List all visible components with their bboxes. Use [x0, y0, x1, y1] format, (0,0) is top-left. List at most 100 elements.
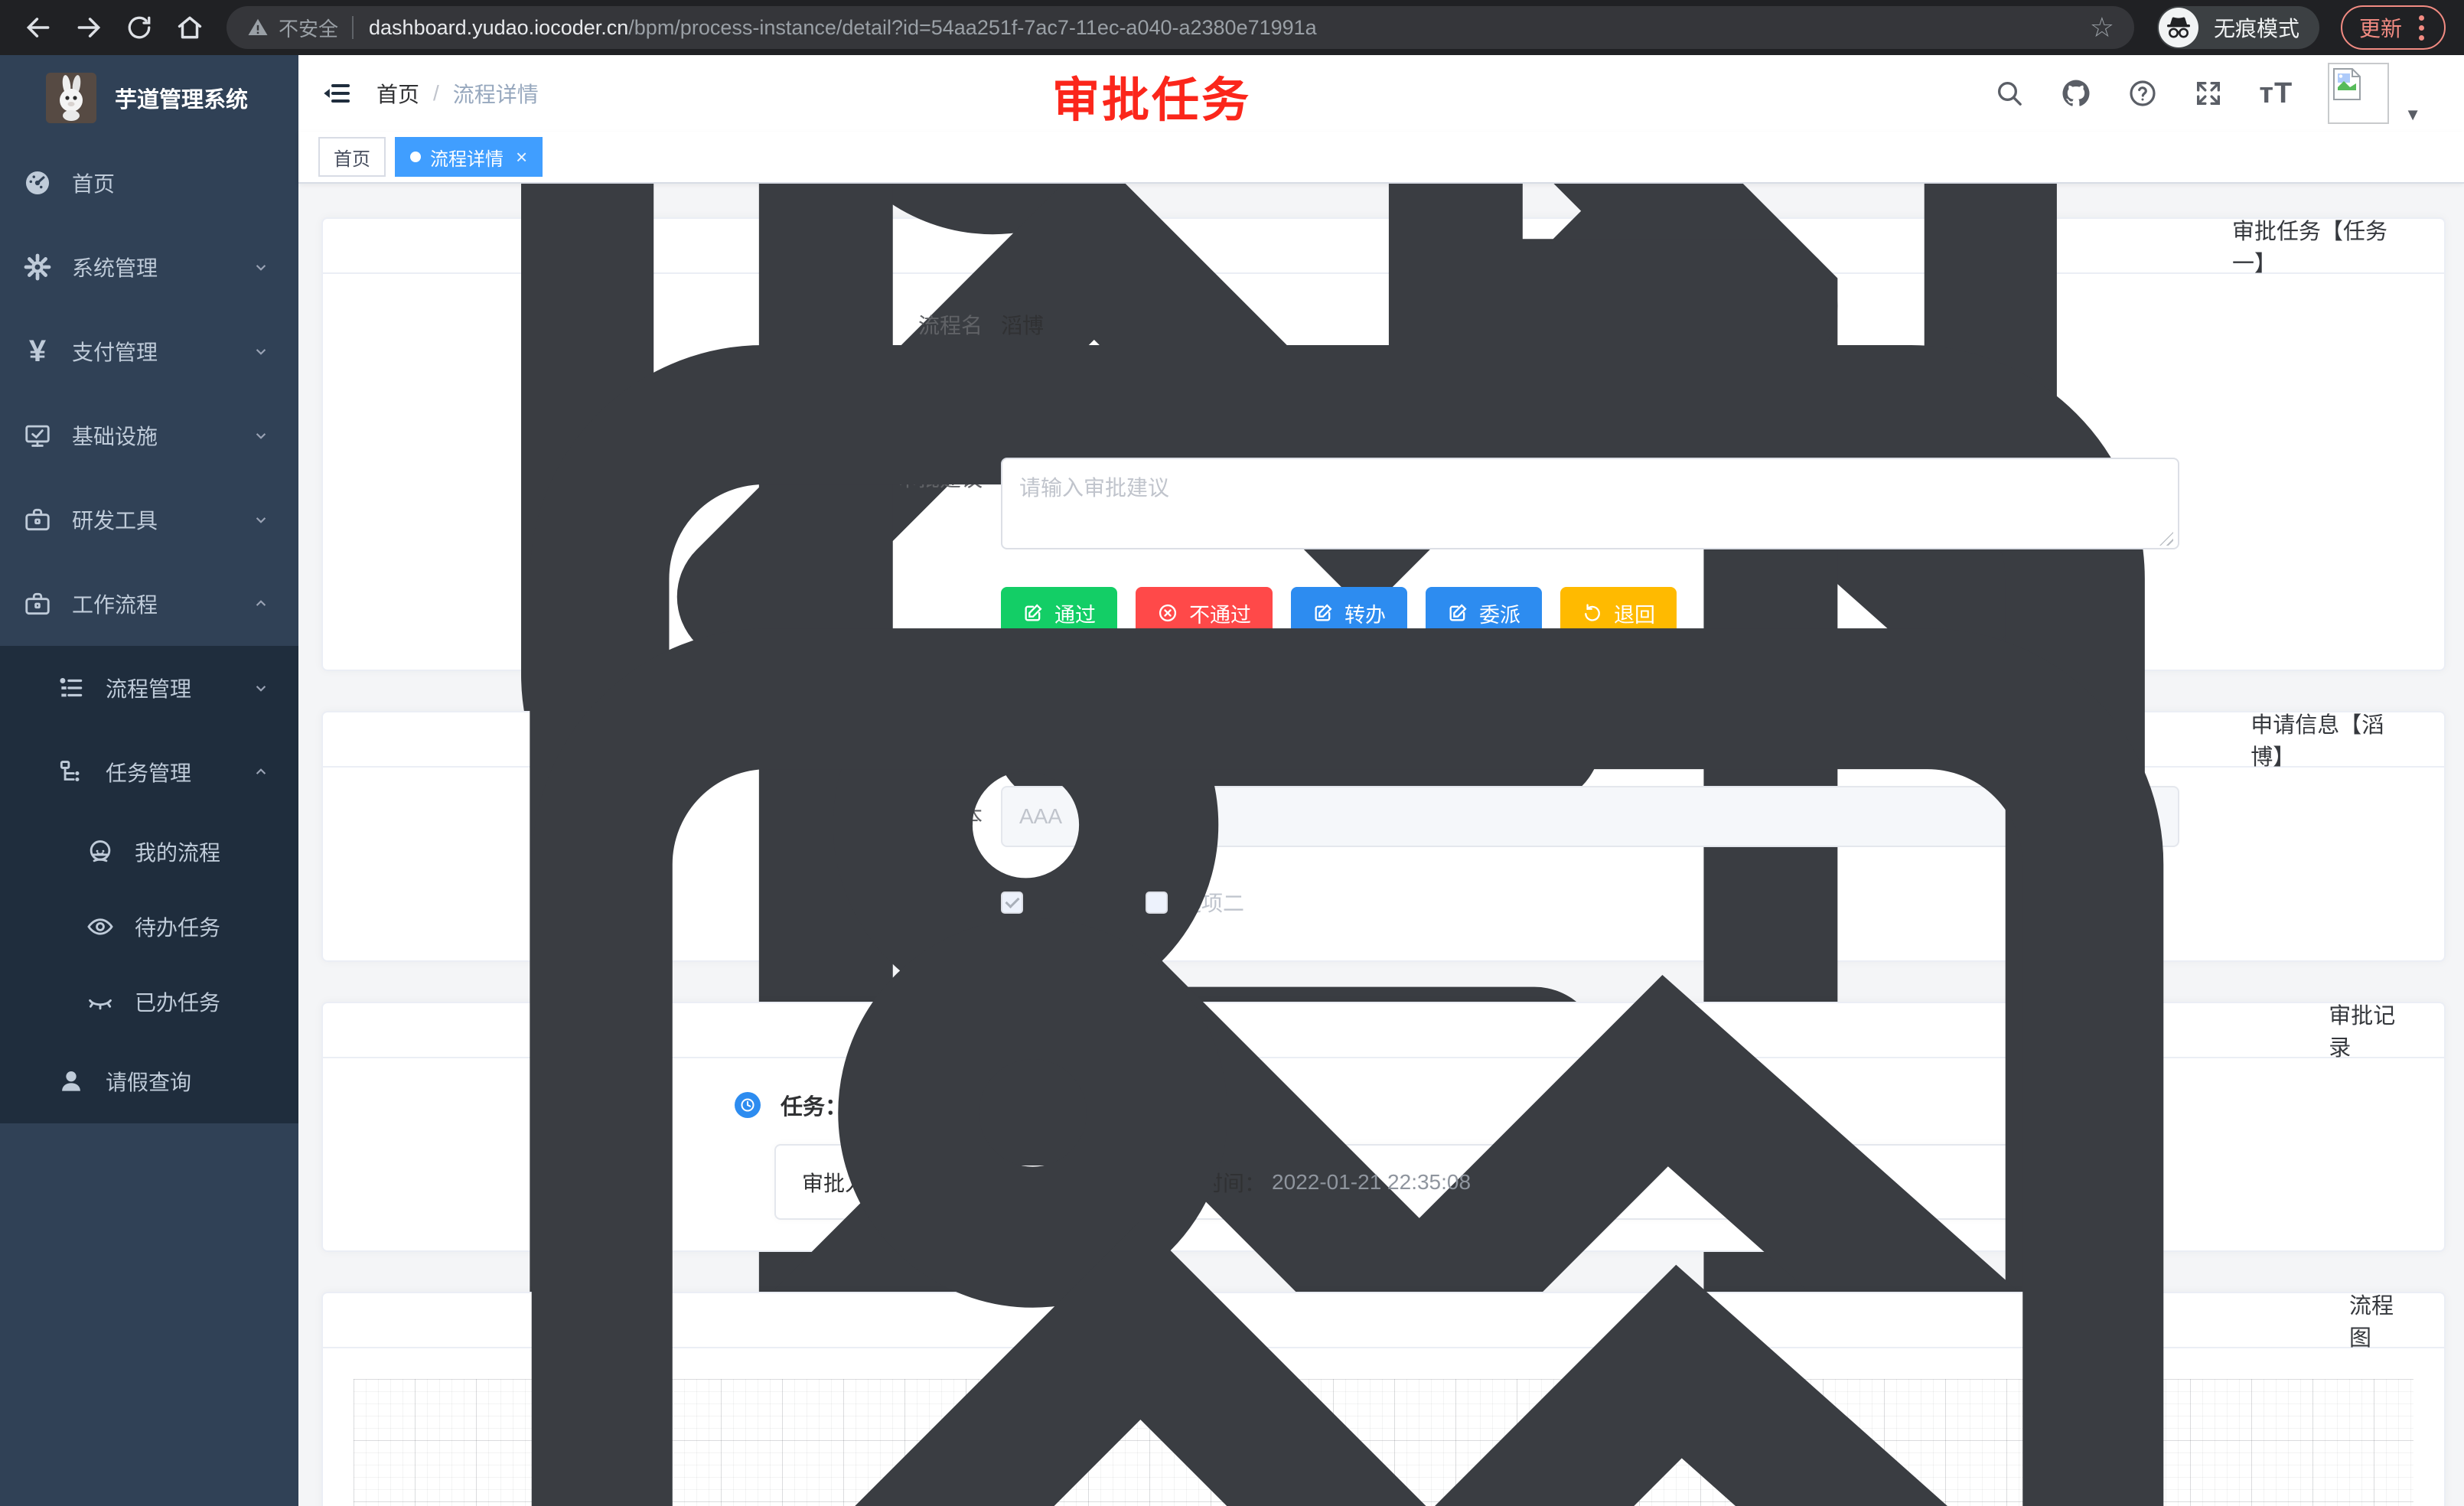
- sidebar-collapse-icon[interactable]: [321, 78, 352, 109]
- sidebar-item-label: 已办任务: [135, 986, 220, 1017]
- sidebar-item-todo-tasks[interactable]: 待办任务: [0, 889, 298, 964]
- browser-back-button[interactable]: [18, 8, 58, 47]
- url-text: dashboard.yudao.iocoder.cn/bpm/process-i…: [369, 16, 2075, 40]
- toolbox-icon: [23, 505, 52, 534]
- page-content: 审批任务【任务一】 流程名 滔博 流程发起人 芋道源码 研发部门: [298, 184, 2464, 1506]
- tab-home[interactable]: 首页: [318, 137, 386, 177]
- main-area: 审批任务 首页 / 流程详情 тT ▼ 首页: [298, 55, 2464, 1506]
- home-icon: [175, 13, 204, 42]
- tags-view-bar: 首页 流程详情 ×: [298, 132, 2464, 184]
- update-label: 更新: [2359, 12, 2402, 43]
- browser-forward-button[interactable]: [69, 8, 109, 47]
- breadcrumb-separator: /: [433, 81, 439, 106]
- broken-image-icon: [2332, 67, 2361, 101]
- reload-icon: [125, 14, 153, 41]
- card-title: 流程图: [2349, 1288, 2413, 1352]
- process-diagram-card: 流程图: [321, 1292, 2446, 1506]
- user-icon: [57, 1067, 86, 1096]
- chevron-down-icon: [251, 678, 271, 698]
- avatar-dropdown-caret-icon[interactable]: ▼: [2404, 105, 2421, 125]
- breadcrumb-current: 流程详情: [453, 78, 539, 109]
- sidebar-item-home[interactable]: 首页: [0, 141, 298, 225]
- chevron-down-icon: [251, 425, 271, 445]
- sidebar-item-task-management[interactable]: 任务管理: [0, 730, 298, 814]
- tree-icon: [57, 758, 86, 787]
- sidebar-item-payment[interactable]: ¥ 支付管理: [0, 309, 298, 393]
- avatar[interactable]: [2328, 63, 2389, 124]
- sidebar-item-workflow[interactable]: 工作流程: [0, 562, 298, 646]
- monitor-icon: [23, 421, 52, 450]
- sidebar-item-infrastructure[interactable]: 基础设施: [0, 393, 298, 478]
- sidebar-item-dev-tools[interactable]: 研发工具: [0, 478, 298, 562]
- gear-icon: [23, 253, 52, 282]
- sidebar-item-label: 基础设施: [72, 420, 158, 451]
- yen-icon: ¥: [23, 336, 52, 367]
- not-secure-label: 不安全: [279, 14, 338, 42]
- eye-open-icon: [86, 912, 115, 941]
- sidebar-item-label: 待办任务: [135, 911, 220, 942]
- address-bar-divider: [352, 16, 354, 39]
- sidebar-item-system[interactable]: 系统管理: [0, 225, 298, 309]
- sidebar-item-leave-query[interactable]: 请假查询: [0, 1039, 298, 1123]
- search-icon[interactable]: [1994, 78, 2025, 109]
- workflow-submenu: 流程管理 任务管理 我的流程 待办任务: [0, 646, 298, 1123]
- question-icon[interactable]: [2127, 78, 2158, 109]
- browser-toolbar: 不安全 dashboard.yudao.iocoder.cn/bpm/proce…: [0, 0, 2464, 55]
- suggestion-textarea[interactable]: [1001, 458, 2179, 549]
- toolbox-icon: [23, 589, 52, 618]
- tab-close-icon[interactable]: ×: [516, 147, 527, 167]
- chevron-up-icon: [251, 762, 271, 782]
- sidebar-item-label: 流程管理: [106, 673, 191, 703]
- font-size-icon[interactable]: тT: [2259, 77, 2293, 110]
- incognito-label: 无痕模式: [2214, 12, 2299, 43]
- active-dot-icon: [410, 152, 421, 162]
- person-face-icon: [86, 837, 115, 866]
- fullscreen-icon[interactable]: [2193, 78, 2224, 109]
- logo-rabbit-image: [46, 73, 96, 123]
- sidebar-item-label: 首页: [72, 168, 115, 198]
- checkbox-unchecked-icon: [1146, 892, 1168, 914]
- app-window: 芋道管理系统 首页 系统管理 ¥ 支付管理 基础设施: [0, 55, 2464, 1506]
- incognito-badge: 无痕模式: [2157, 6, 2319, 49]
- url-domain: dashboard.yudao.iocoder.cn: [369, 16, 628, 39]
- breadcrumb: 首页 / 流程详情: [376, 78, 539, 109]
- incognito-icon: [2157, 6, 2200, 49]
- chevron-down-icon: [251, 510, 271, 530]
- app-header: 首页 / 流程详情 тT ▼: [298, 55, 2464, 132]
- eye-closed-icon: [86, 987, 115, 1016]
- sidebar-item-label: 研发工具: [72, 504, 158, 535]
- back-arrow-icon: [24, 13, 53, 42]
- sidebar-item-label: 支付管理: [72, 336, 158, 367]
- browser-home-button[interactable]: [170, 8, 210, 47]
- dashboard-icon: [23, 168, 52, 197]
- browser-update-button[interactable]: 更新: [2341, 5, 2446, 50]
- tab-label: 流程详情: [430, 144, 504, 171]
- sidebar-item-label: 请假查询: [106, 1066, 191, 1097]
- sidebar-item-process-management[interactable]: 流程管理: [0, 646, 298, 730]
- forward-arrow-icon: [74, 13, 103, 42]
- sidebar-item-label: 系统管理: [72, 252, 158, 282]
- not-secure-warning-icon: [246, 16, 269, 39]
- github-icon[interactable]: [2060, 77, 2092, 109]
- tab-label: 首页: [334, 144, 370, 171]
- suggestion-input-wrap: [1001, 458, 2179, 553]
- sidebar: 芋道管理系统 首页 系统管理 ¥ 支付管理 基础设施: [0, 55, 298, 1506]
- browser-reload-button[interactable]: [119, 8, 159, 47]
- sidebar-item-label: 我的流程: [135, 836, 220, 867]
- sidebar-item-my-process[interactable]: 我的流程: [0, 814, 298, 889]
- browser-menu-dots-icon[interactable]: [2416, 12, 2427, 44]
- chevron-down-icon: [251, 341, 271, 361]
- url-path: /bpm/process-instance/detail?id=54aa251f…: [628, 16, 1316, 39]
- chevron-down-icon: [251, 257, 271, 277]
- address-bar[interactable]: 不安全 dashboard.yudao.iocoder.cn/bpm/proce…: [227, 6, 2134, 49]
- bookmark-star-icon[interactable]: ☆: [2090, 14, 2114, 41]
- sidebar-item-done-tasks[interactable]: 已办任务: [0, 964, 298, 1039]
- app-title: 芋道管理系统: [115, 82, 248, 114]
- list-icon: [57, 673, 86, 702]
- tab-process-detail[interactable]: 流程详情 ×: [395, 137, 543, 177]
- header-actions: тT ▼: [1994, 62, 2421, 125]
- sidebar-menu: 首页 系统管理 ¥ 支付管理 基础设施 研发工具: [0, 141, 298, 1123]
- sidebar-item-label: 任务管理: [106, 757, 191, 787]
- breadcrumb-home[interactable]: 首页: [376, 78, 419, 109]
- sidebar-logo[interactable]: 芋道管理系统: [0, 55, 298, 141]
